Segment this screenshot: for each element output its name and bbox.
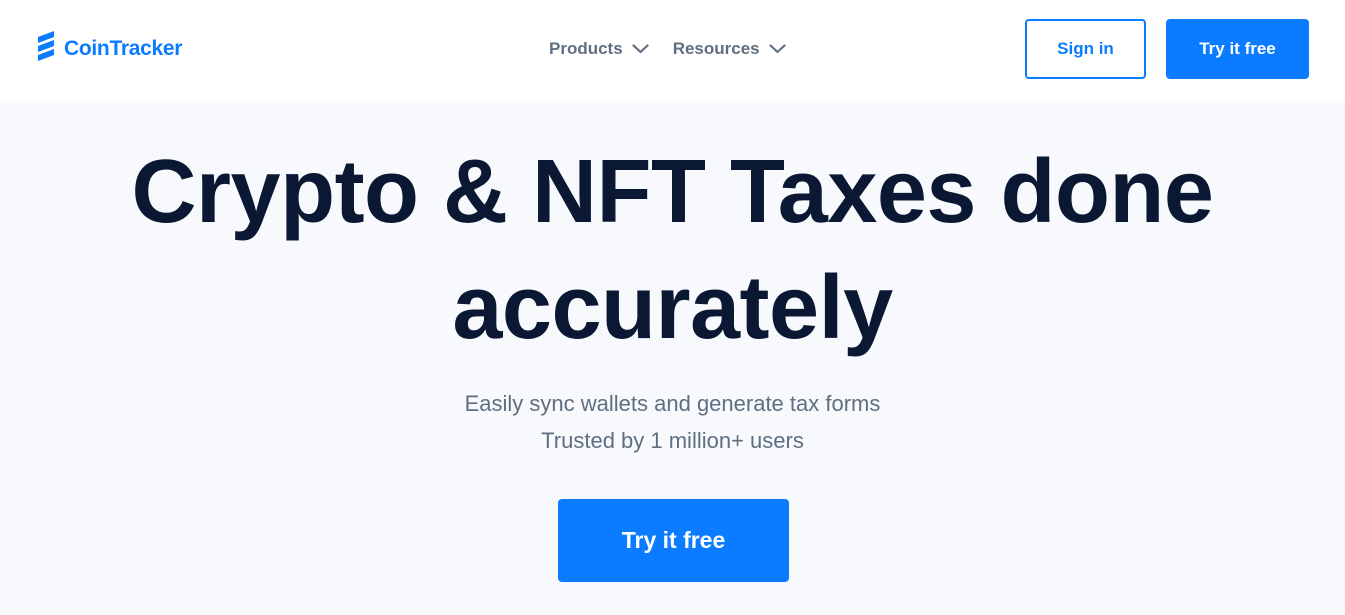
nav-item-products[interactable]: Products xyxy=(549,36,649,62)
sign-in-button[interactable]: Sign in xyxy=(1025,19,1146,79)
hero-subtitle-line1: Easily sync wallets and generate tax for… xyxy=(464,391,881,416)
try-free-header-button[interactable]: Try it free xyxy=(1166,19,1309,79)
cointracker-logo-icon xyxy=(38,31,54,61)
nav-item-label: Products xyxy=(549,39,623,58)
hero-title-line2: accurately xyxy=(452,258,893,358)
hero-subtitle-line2: Trusted by 1 million+ users xyxy=(541,428,804,453)
site-header: CoinTracker Products Resources Sign in T… xyxy=(0,0,1345,101)
logo-link[interactable]: CoinTracker xyxy=(37,31,182,67)
hero-title-line1: Crypto & NFT Taxes done xyxy=(131,142,1214,242)
brand-name: CoinTracker xyxy=(64,37,183,60)
nav-item-label: Resources xyxy=(672,39,760,58)
hero-title: Crypto & NFT Taxes done accurately xyxy=(0,134,1345,366)
chevron-down-icon xyxy=(769,44,786,54)
main-nav: Products Resources xyxy=(549,36,810,62)
try-free-hero-button[interactable]: Try it free xyxy=(558,499,789,582)
nav-item-resources[interactable]: Resources xyxy=(673,36,786,62)
chevron-down-icon xyxy=(632,44,649,54)
